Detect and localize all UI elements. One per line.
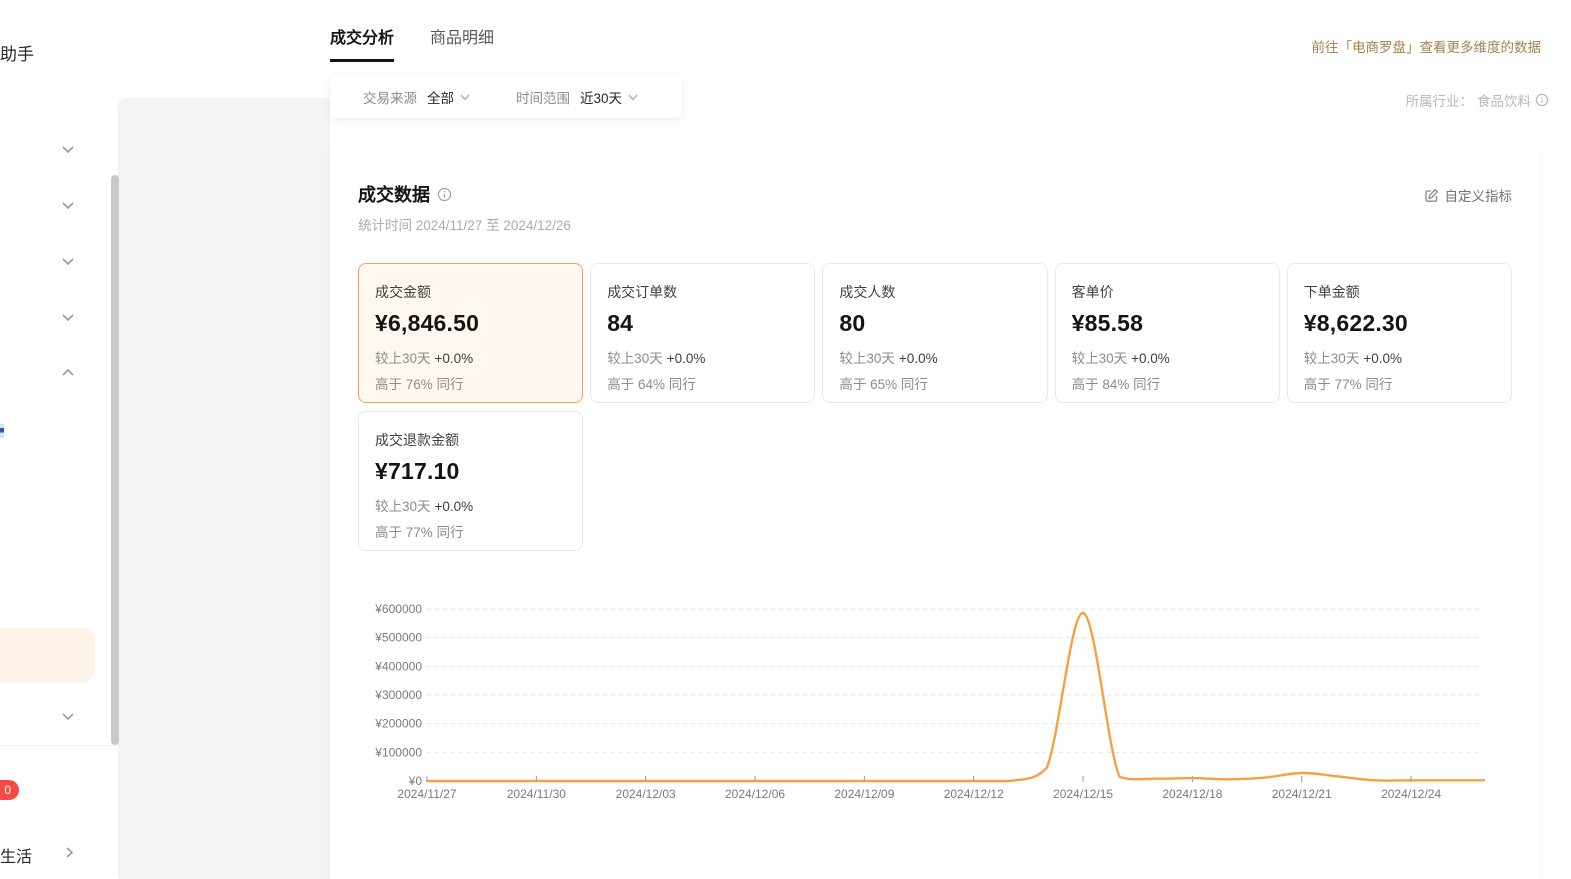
metric-value: ¥8,622.30 <box>1304 310 1495 337</box>
y-axis-label: ¥0 <box>408 774 423 788</box>
chevron-down-icon[interactable] <box>59 707 77 725</box>
metric-compare: 较上30天+0.0% <box>375 347 566 367</box>
metric-compare: 较上30天+0.0% <box>375 495 566 515</box>
y-axis-label: ¥500000 <box>374 631 422 645</box>
metric-card-6[interactable]: 成交退款金额 ¥717.10 较上30天+0.0% 高于 77% 同行 <box>358 411 583 551</box>
x-axis-label: 2024/12/06 <box>725 787 785 801</box>
metric-card-1[interactable]: 成交金额 ¥6,846.50 较上30天+0.0% 高于 76% 同行 <box>358 263 583 403</box>
secondary-panel <box>119 98 330 879</box>
x-axis-label: 2024/12/21 <box>1272 787 1332 801</box>
trend-line <box>427 613 1484 781</box>
metric-compare: 较上30天+0.0% <box>1304 347 1495 367</box>
x-axis-label: 2024/11/27 <box>397 787 456 801</box>
customize-metrics-button[interactable]: 自定义指标 <box>1424 185 1513 205</box>
metric-label: 成交人数 <box>839 282 1030 302</box>
chevron-right-icon[interactable] <box>61 844 78 861</box>
tab-product-detail[interactable]: 商品明细 <box>430 24 494 62</box>
sidebar-item-life[interactable]: 生活 <box>0 843 32 867</box>
trade-source-label: 交易来源 <box>363 87 417 107</box>
compass-link[interactable]: 前往「电商罗盘」查看更多维度的数据 <box>1312 36 1542 56</box>
chevron-down-icon[interactable] <box>59 196 77 214</box>
time-range-value: 近30天 <box>580 87 622 107</box>
metric-peer: 高于 76% 同行 <box>375 373 566 393</box>
trend-chart: ¥0 ¥100000 ¥200000 ¥300000 ¥400000 ¥500000 ¥60… <box>358 596 1512 816</box>
x-axis-label: 2024/11/30 <box>507 787 566 801</box>
filter-bar: 交易来源 全部 时间范围 近30天 <box>330 76 682 118</box>
chevron-down-icon[interactable] <box>59 252 77 270</box>
trade-source-value: 全部 <box>427 87 454 107</box>
trade-source-select[interactable]: 全部 <box>427 87 472 107</box>
metric-label: 下单金额 <box>1304 282 1495 302</box>
metric-peer: 高于 64% 同行 <box>607 373 798 393</box>
x-axis-label: 2024/12/03 <box>616 787 676 801</box>
metric-card-2[interactable]: 成交订单数 84 较上30天+0.0% 高于 64% 同行 <box>590 263 815 403</box>
metric-card-4[interactable]: 客单价 ¥85.58 较上30天+0.0% 高于 84% 同行 <box>1055 263 1280 403</box>
metric-value: 80 <box>839 310 1030 337</box>
metric-value: ¥85.58 <box>1072 310 1263 337</box>
metric-cards-grid: 成交金额 ¥6,846.50 较上30天+0.0% 高于 76% 同行 成交订单数 84 较… <box>358 263 1512 551</box>
x-axis-label: 2024/12/18 <box>1162 787 1222 801</box>
tab-bar: 成交分析 商品明细 <box>330 24 494 62</box>
metric-label: 客单价 <box>1072 282 1263 302</box>
x-axis-label: 2024/12/24 <box>1381 787 1441 801</box>
metric-peer: 高于 84% 同行 <box>1072 373 1263 393</box>
metric-card-5[interactable]: 下单金额 ¥8,622.30 较上30天+0.0% 高于 77% 同行 <box>1287 263 1512 403</box>
metric-compare: 较上30天+0.0% <box>607 347 798 367</box>
metric-value: 84 <box>607 310 798 337</box>
y-axis-label: ¥400000 <box>374 659 422 673</box>
clipped-icon <box>0 424 4 438</box>
info-icon[interactable] <box>1535 93 1549 107</box>
chevron-down-icon[interactable] <box>59 140 77 158</box>
metric-peer: 高于 77% 同行 <box>375 521 566 541</box>
metric-value: ¥717.10 <box>375 458 566 485</box>
sidebar-selected-item[interactable] <box>0 628 95 682</box>
y-axis-label: ¥100000 <box>374 745 422 759</box>
sidebar-divider <box>0 745 118 746</box>
chevron-down-icon[interactable] <box>59 308 77 326</box>
tab-deal-analysis[interactable]: 成交分析 <box>330 24 394 62</box>
y-axis-label: ¥600000 <box>374 602 422 616</box>
edit-icon <box>1424 188 1439 203</box>
x-axis-label: 2024/12/15 <box>1053 787 1113 801</box>
left-sidebar: 助手 0 生活 <box>0 0 118 879</box>
x-axis-label: 2024/12/09 <box>834 787 894 801</box>
notification-badge: 0 <box>0 780 19 800</box>
metric-label: 成交金额 <box>375 282 566 302</box>
industry-label: 所属行业： <box>1406 90 1474 110</box>
metric-peer: 高于 65% 同行 <box>839 373 1030 393</box>
customize-metrics-label: 自定义指标 <box>1445 185 1513 205</box>
panel-title: 成交数据 <box>358 181 430 207</box>
scrollbar-thumb[interactable] <box>111 175 119 745</box>
metric-value: ¥6,846.50 <box>375 310 566 337</box>
industry-value: 食品饮料 <box>1477 90 1531 110</box>
time-range-select[interactable]: 近30天 <box>580 87 640 107</box>
metric-peer: 高于 77% 同行 <box>1304 373 1495 393</box>
chevron-up-icon[interactable] <box>59 364 77 382</box>
chevron-down-icon <box>458 90 472 104</box>
deal-data-panel: 成交数据 统计时间 2024/11/27 至 2024/12/26 自定义指标 … <box>330 145 1540 879</box>
y-axis-label: ¥300000 <box>374 688 422 702</box>
metric-compare: 较上30天+0.0% <box>839 347 1030 367</box>
chevron-down-icon <box>626 90 640 104</box>
industry-info: 所属行业：食品饮料 <box>1406 90 1550 110</box>
stat-time-range: 统计时间 2024/11/27 至 2024/12/26 <box>358 214 571 234</box>
sidebar-item-assistant[interactable]: 助手 <box>0 40 34 65</box>
y-axis-label: ¥200000 <box>374 717 422 731</box>
time-range-label: 时间范围 <box>516 87 570 107</box>
metric-label: 成交订单数 <box>607 282 798 302</box>
metric-card-3[interactable]: 成交人数 80 较上30天+0.0% 高于 65% 同行 <box>822 263 1047 403</box>
metric-label: 成交退款金额 <box>375 430 566 450</box>
info-icon[interactable] <box>437 187 452 202</box>
x-axis-label: 2024/12/12 <box>944 787 1004 801</box>
metric-compare: 较上30天+0.0% <box>1072 347 1263 367</box>
